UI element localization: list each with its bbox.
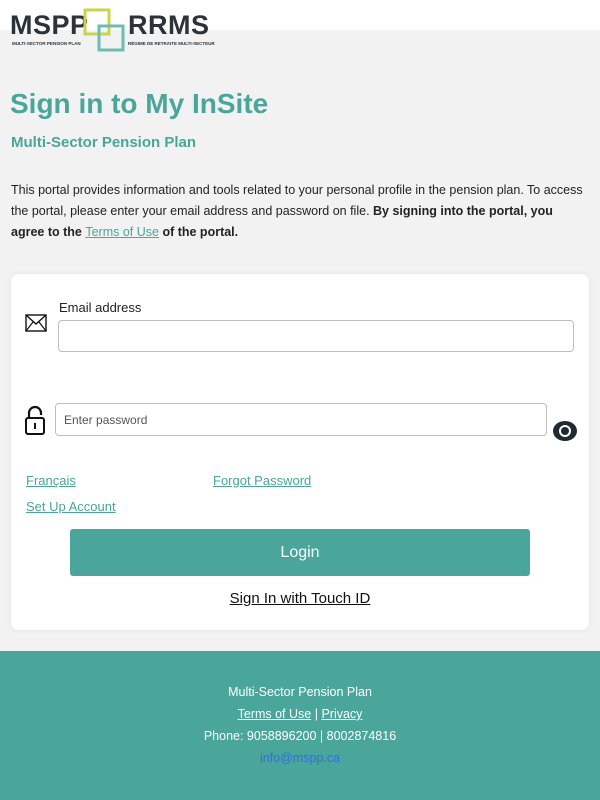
envelope-icon xyxy=(25,314,47,332)
footer-privacy-link[interactable]: Privacy xyxy=(321,707,362,721)
password-field[interactable] xyxy=(55,403,547,436)
page-title: Sign in to My InSite xyxy=(10,88,269,119)
intro-bold-tail: of the portal. xyxy=(158,225,239,239)
login-card: Email address Français Forgot Password S… xyxy=(11,274,589,630)
login-button[interactable]: Login xyxy=(70,529,530,576)
set-up-account-link[interactable]: Set Up Account xyxy=(26,499,116,514)
forgot-password-link[interactable]: Forgot Password xyxy=(213,473,311,488)
logo-rrms-text: RRMS xyxy=(128,10,210,40)
page-subtitle: Multi-Sector Pension Plan xyxy=(11,134,197,151)
footer-terms-link[interactable]: Terms of Use xyxy=(238,707,312,721)
logo-mspp-text: MSPP xyxy=(10,10,89,40)
touch-id-sign-in-link[interactable]: Sign In with Touch ID xyxy=(11,590,589,607)
footer-separator: | xyxy=(314,707,318,721)
footer-email-link[interactable]: info@mspp.ca xyxy=(260,751,340,765)
mspp-rrms-logo: MSPP MULTI-SECTOR PENSION PLAN RRMS RÉGI… xyxy=(10,8,215,56)
footer-plan-name: Multi-Sector Pension Plan xyxy=(228,685,372,699)
logo-mspp-subtext: MULTI-SECTOR PENSION PLAN xyxy=(12,41,81,46)
email-field[interactable] xyxy=(58,320,574,352)
logo-rrms-subtext: RÉGIME DE RETRAITE MULTI-SECTEUR xyxy=(128,41,215,46)
footer-phone: Phone: 9058896200 | 8002874816 xyxy=(203,729,397,743)
logo-mark-icon xyxy=(83,8,125,52)
header-area: MSPP MULTI-SECTOR PENSION PLAN RRMS RÉGI… xyxy=(0,0,600,52)
intro-paragraph: This portal provides information and too… xyxy=(11,180,589,243)
terms-of-use-link[interactable]: Terms of Use xyxy=(85,225,159,239)
french-language-link[interactable]: Français xyxy=(26,473,76,488)
footer-email-line: info@mspp.ca xyxy=(0,751,600,765)
lock-icon xyxy=(25,405,45,435)
eye-icon[interactable] xyxy=(552,419,578,443)
email-label: Email address xyxy=(59,300,142,315)
footer: Multi-Sector Pension Plan Terms of Use |… xyxy=(0,651,600,800)
footer-links: Terms of Use | Privacy xyxy=(0,707,600,721)
